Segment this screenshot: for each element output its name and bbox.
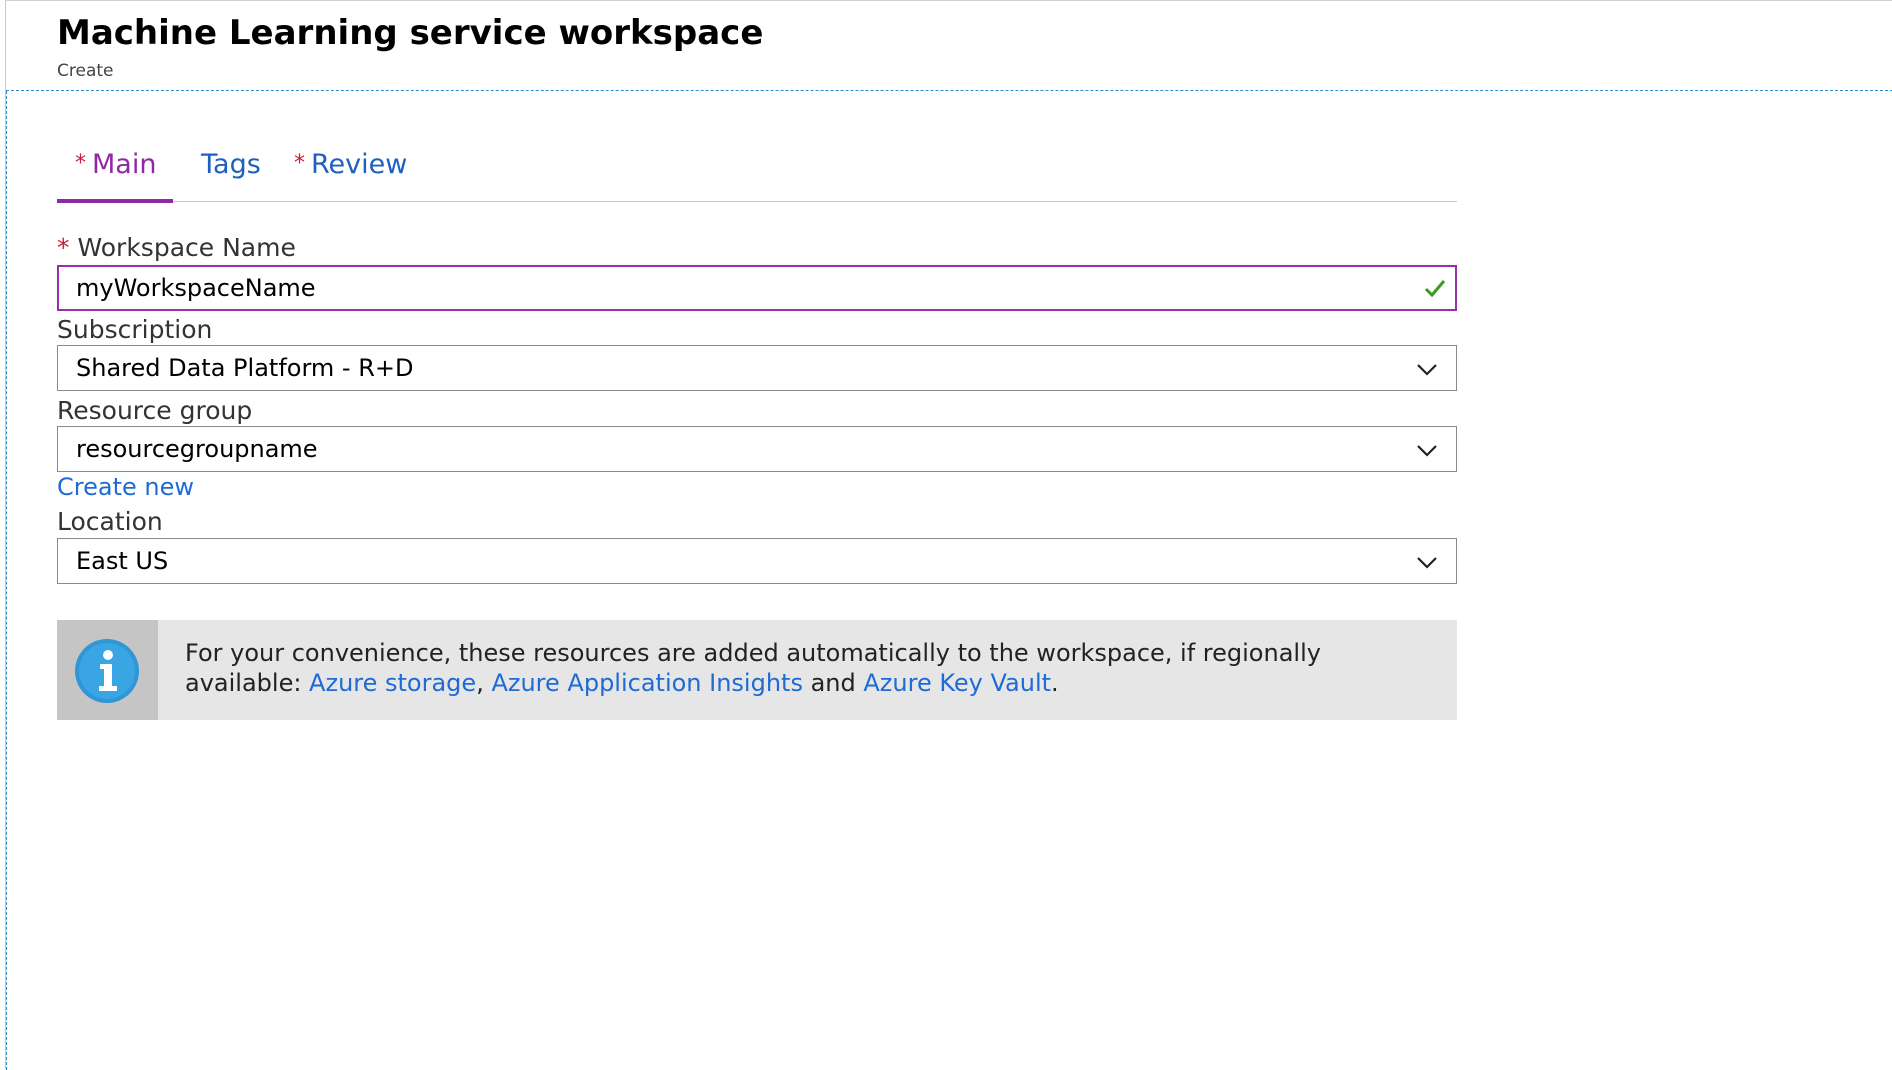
resource-group-label: Resource group [57,396,253,425]
location-value: East US [76,547,169,575]
resource-group-value: resourcegroupname [76,435,318,463]
tab-bar: * Main Tags * Review [57,149,1457,203]
create-new-link[interactable]: Create new [57,473,194,501]
subscription-label: Subscription [57,315,213,344]
subscription-dropdown[interactable]: Shared Data Platform - R+D [57,345,1457,391]
resource-group-dropdown[interactable]: resourcegroupname [57,426,1457,472]
chevron-down-icon [1417,557,1437,569]
required-marker: * [57,233,70,262]
blade-frame: Machine Learning service workspace Creat… [5,0,1892,1070]
checkmark-icon [1424,280,1446,298]
location-label: Location [57,507,163,536]
page-title: Machine Learning service workspace [57,13,764,53]
focus-border [6,91,7,1070]
location-dropdown[interactable]: East US [57,538,1457,584]
tab-review[interactable]: * Review [294,149,407,201]
tab-label: Main [92,149,157,180]
workspace-name-label: * Workspace Name [57,233,296,262]
chevron-down-icon [1417,445,1437,457]
required-marker: * [75,151,86,176]
page-subtitle: Create [57,61,114,81]
tab-label: Review [311,149,408,180]
azure-key-vault-link[interactable]: Azure Key Vault [863,669,1051,697]
azure-storage-link[interactable]: Azure storage [309,669,476,697]
azure-application-insights-link[interactable]: Azure Application Insights [491,669,803,697]
info-banner: For your convenience, these resources ar… [57,620,1457,720]
workspace-name-input[interactable]: myWorkspaceName [57,265,1457,311]
info-message: For your convenience, these resources ar… [185,639,1321,697]
active-tab-indicator [57,199,173,203]
chevron-down-icon [1417,364,1437,376]
tab-main[interactable]: * Main [57,149,173,203]
required-marker: * [294,151,305,176]
blade-header: Machine Learning service workspace Creat… [6,1,1892,91]
info-icon [75,639,139,703]
subscription-value: Shared Data Platform - R+D [76,354,414,382]
tab-tags[interactable]: Tags [201,149,261,201]
info-icon-cell [57,620,158,720]
workspace-name-value: myWorkspaceName [76,274,316,302]
tab-label: Tags [201,149,261,180]
